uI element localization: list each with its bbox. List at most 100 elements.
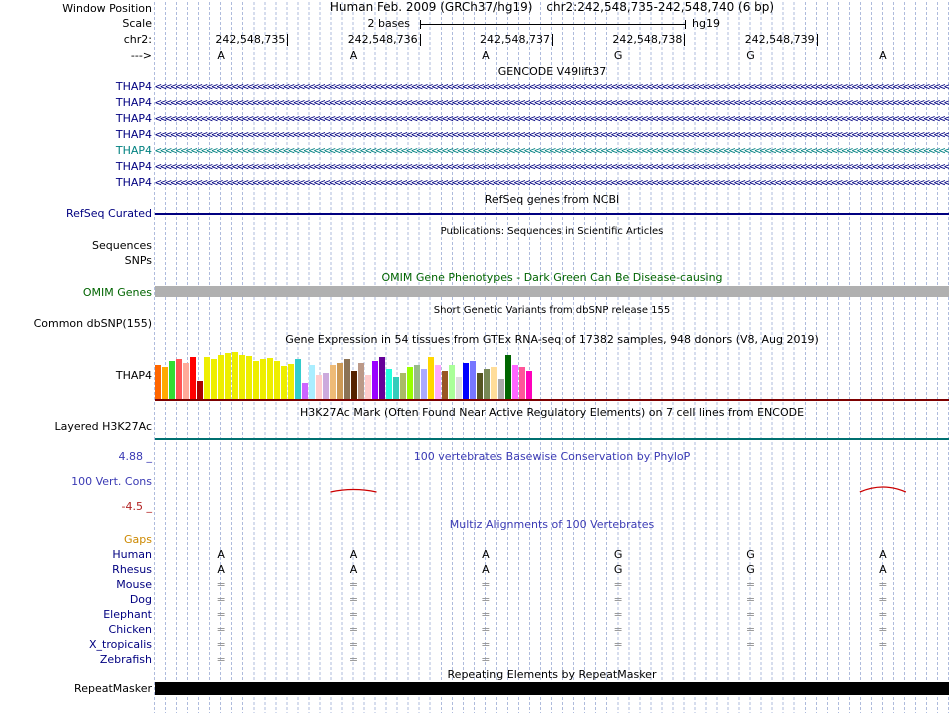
gtex-bar[interactable] (309, 365, 315, 399)
gtex-bar[interactable] (358, 363, 364, 399)
gtex-bar[interactable] (351, 371, 357, 399)
multiz-species-label[interactable]: Human (112, 548, 152, 561)
multiz-species-label[interactable]: X_tropicalis (89, 638, 152, 651)
h3k27ac-label[interactable]: Layered H3K27Ac (54, 420, 152, 433)
gencode-transcript-arrows[interactable]: <<<<<<<<<<<<<<<<<<<<<<<<<<<<<<<<<<<<<<<<… (155, 112, 949, 125)
gtex-bar[interactable] (232, 352, 238, 399)
multiz-title: Multiz Alignments of 100 Vertebrates (449, 518, 655, 531)
gtex-bar[interactable] (295, 359, 301, 399)
multiz-species-label[interactable]: Gaps (124, 533, 152, 546)
gtex-bar[interactable] (449, 365, 455, 399)
sequences-label[interactable]: Sequences (92, 239, 152, 252)
gencode-transcript-arrows[interactable]: <<<<<<<<<<<<<<<<<<<<<<<<<<<<<<<<<<<<<<<<… (155, 96, 949, 109)
refseq-gene-item[interactable] (155, 213, 949, 215)
dbsnp-label[interactable]: Common dbSNP(155) (34, 317, 152, 330)
gtex-bar[interactable] (526, 371, 532, 399)
omim-genes-label[interactable]: OMIM Genes (83, 286, 152, 299)
multiz-species-label[interactable]: Elephant (103, 608, 152, 621)
gtex-bar[interactable] (316, 375, 322, 399)
gtex-bar[interactable] (197, 381, 203, 399)
gtex-bar[interactable] (379, 357, 385, 399)
multiz-cell: A (482, 548, 490, 561)
gtex-bar[interactable] (344, 359, 350, 399)
gtex-bar[interactable] (225, 353, 231, 399)
gtex-bar[interactable] (414, 365, 420, 399)
gtex-bar[interactable] (169, 361, 175, 399)
gtex-bar[interactable] (204, 357, 210, 399)
gtex-bar[interactable] (484, 369, 490, 399)
gtex-bar[interactable] (183, 363, 189, 399)
gtex-bar[interactable] (330, 365, 336, 399)
multiz-species-label[interactable]: Rhesus (112, 563, 152, 576)
gtex-bar[interactable] (512, 365, 518, 399)
gtex-bar[interactable] (407, 367, 413, 399)
gtex-bar[interactable] (274, 361, 280, 399)
gtex-bar[interactable] (218, 355, 224, 399)
gencode-transcript-label[interactable]: THAP4 (116, 112, 152, 125)
gtex-bar[interactable] (519, 367, 525, 399)
gencode-transcript-arrows[interactable]: <<<<<<<<<<<<<<<<<<<<<<<<<<<<<<<<<<<<<<<<… (155, 160, 949, 173)
ruler-number: 242,548,739 (744, 33, 815, 46)
h3k27ac-title: H3K27Ac Mark (Often Found Near Active Re… (299, 406, 805, 419)
phylop-track-label[interactable]: 100 Vert. Cons (71, 475, 152, 488)
omim-gene-item[interactable] (155, 286, 949, 297)
gtex-bar[interactable] (491, 367, 497, 399)
gencode-transcript-arrows[interactable]: <<<<<<<<<<<<<<<<<<<<<<<<<<<<<<<<<<<<<<<<… (155, 80, 949, 93)
gtex-bar[interactable] (470, 361, 476, 399)
gencode-transcript-label[interactable]: THAP4 (116, 144, 152, 157)
gencode-transcript-label[interactable]: THAP4 (116, 128, 152, 141)
gencode-transcript-arrows[interactable]: <<<<<<<<<<<<<<<<<<<<<<<<<<<<<<<<<<<<<<<<… (155, 144, 949, 157)
gtex-bar[interactable] (281, 366, 287, 399)
gtex-bar[interactable] (176, 359, 182, 399)
multiz-species-label[interactable]: Chicken (109, 623, 152, 636)
refseq-curated-label[interactable]: RefSeq Curated (66, 207, 152, 220)
gencode-transcript-arrows[interactable]: <<<<<<<<<<<<<<<<<<<<<<<<<<<<<<<<<<<<<<<<… (155, 176, 949, 189)
gtex-bar[interactable] (400, 373, 406, 399)
gtex-bar[interactable] (372, 361, 378, 399)
repeatmasker-label[interactable]: RepeatMasker (74, 682, 152, 695)
gtex-bar[interactable] (337, 363, 343, 399)
gtex-bar[interactable] (246, 356, 252, 399)
multiz-cell: = (348, 593, 359, 606)
ruler-tick-mark (552, 34, 553, 46)
multiz-cell: = (348, 578, 359, 591)
gencode-transcript-label[interactable]: THAP4 (116, 176, 152, 189)
gtex-bar[interactable] (162, 367, 168, 399)
gtex-bar[interactable] (435, 365, 441, 399)
gtex-bar[interactable] (288, 364, 294, 399)
gtex-bar[interactable] (421, 369, 427, 399)
gtex-gene-label[interactable]: THAP4 (116, 369, 152, 382)
gtex-bar[interactable] (428, 357, 434, 399)
multiz-cell: = (745, 593, 756, 606)
gtex-bar[interactable] (211, 359, 217, 399)
gtex-bar[interactable] (386, 369, 392, 399)
gtex-bar[interactable] (463, 363, 469, 399)
gtex-bar[interactable] (498, 379, 504, 399)
gtex-bar[interactable] (302, 383, 308, 399)
repeatmasker-item[interactable] (155, 682, 949, 695)
gtex-bar[interactable] (190, 357, 196, 399)
gtex-bar[interactable] (393, 377, 399, 399)
gtex-bar[interactable] (477, 373, 483, 399)
snps-label[interactable]: SNPs (125, 254, 152, 267)
gtex-bar[interactable] (442, 371, 448, 399)
multiz-species-label[interactable]: Dog (130, 593, 152, 606)
gtex-bar[interactable] (505, 355, 511, 399)
gencode-transcript-label[interactable]: THAP4 (116, 96, 152, 109)
multiz-cell: = (348, 608, 359, 621)
multiz-species-label[interactable]: Mouse (116, 578, 152, 591)
gtex-bar[interactable] (239, 355, 245, 399)
gtex-bar[interactable] (155, 365, 161, 399)
gtex-bar[interactable] (253, 361, 259, 399)
multiz-species-label[interactable]: Zebrafish (100, 653, 152, 666)
ruler-tick-mark (816, 34, 818, 46)
gencode-transcript-label[interactable]: THAP4 (116, 160, 152, 173)
gtex-bar[interactable] (260, 359, 266, 399)
gencode-transcript-arrows[interactable]: <<<<<<<<<<<<<<<<<<<<<<<<<<<<<<<<<<<<<<<<… (155, 128, 949, 141)
gencode-transcript-label[interactable]: THAP4 (116, 80, 152, 93)
gtex-bar[interactable] (456, 377, 462, 399)
gtex-bar[interactable] (267, 358, 273, 399)
gtex-bar[interactable] (365, 375, 371, 399)
ruler-number: 242,548,736 (347, 33, 418, 46)
gtex-bar[interactable] (323, 373, 329, 399)
